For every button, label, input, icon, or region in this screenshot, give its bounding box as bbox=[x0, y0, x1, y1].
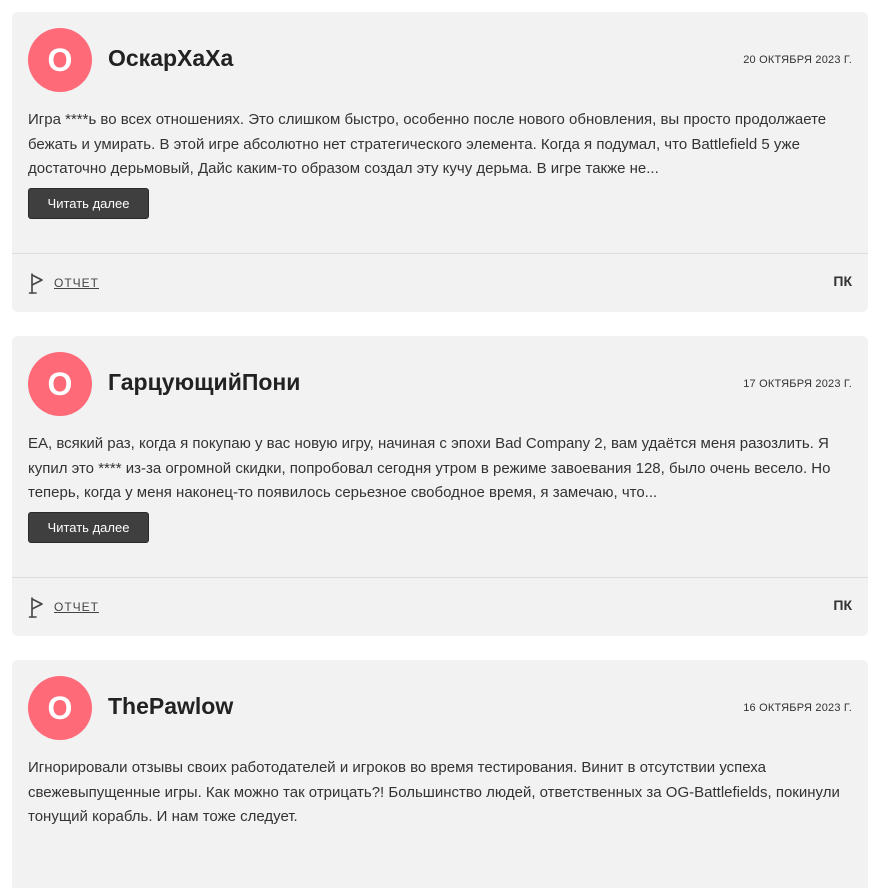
review-card: O ОскарХаХа 20 ОКТЯБРЯ 2023 Г. Игра ****… bbox=[12, 12, 868, 312]
read-more-button[interactable]: Читать далее bbox=[28, 512, 149, 543]
divider bbox=[12, 577, 868, 578]
platform-label: ПК bbox=[833, 597, 852, 613]
reviewer-name[interactable]: ThePawlow bbox=[108, 693, 233, 720]
review-header: O ГарцующийПони 17 ОКТЯБРЯ 2023 Г. bbox=[12, 336, 868, 436]
report-link[interactable]: ОТЧЕТ bbox=[28, 594, 99, 620]
review-date: 16 ОКТЯБРЯ 2023 Г. bbox=[743, 702, 852, 714]
review-card: O ГарцующийПони 17 ОКТЯБРЯ 2023 Г. EA, в… bbox=[12, 336, 868, 636]
divider bbox=[12, 253, 868, 254]
review-card: O ThePawlow 16 ОКТЯБРЯ 2023 Г. Игнориров… bbox=[12, 660, 868, 888]
flag-icon bbox=[28, 272, 44, 294]
review-text: Игнорировали отзывы своих работодателей … bbox=[28, 759, 840, 825]
review-header: O ThePawlow 16 ОКТЯБРЯ 2023 Г. bbox=[12, 660, 868, 760]
review-text: Игра ****ь во всех отношениях. Это слишк… bbox=[28, 111, 827, 177]
report-link[interactable]: ОТЧЕТ bbox=[28, 270, 99, 296]
review-text: EA, всякий раз, когда я покупаю у вас но… bbox=[28, 435, 831, 501]
reviewer-name[interactable]: ОскарХаХа bbox=[108, 45, 233, 72]
report-label: ОТЧЕТ bbox=[54, 276, 99, 290]
reviews-feed: O ОскарХаХа 20 ОКТЯБРЯ 2023 Г. Игра ****… bbox=[0, 0, 875, 888]
avatar: O bbox=[28, 28, 92, 92]
avatar: O bbox=[28, 676, 92, 740]
read-more-button[interactable]: Читать далее bbox=[28, 188, 149, 219]
review-date: 17 ОКТЯБРЯ 2023 Г. bbox=[743, 378, 852, 390]
platform-label: ПК bbox=[833, 273, 852, 289]
avatar: O bbox=[28, 352, 92, 416]
review-date: 20 ОКТЯБРЯ 2023 Г. bbox=[743, 54, 852, 66]
report-label: ОТЧЕТ bbox=[54, 600, 99, 614]
flag-icon bbox=[28, 596, 44, 618]
reviewer-name[interactable]: ГарцующийПони bbox=[108, 369, 300, 396]
review-header: O ОскарХаХа 20 ОКТЯБРЯ 2023 Г. bbox=[12, 12, 868, 112]
